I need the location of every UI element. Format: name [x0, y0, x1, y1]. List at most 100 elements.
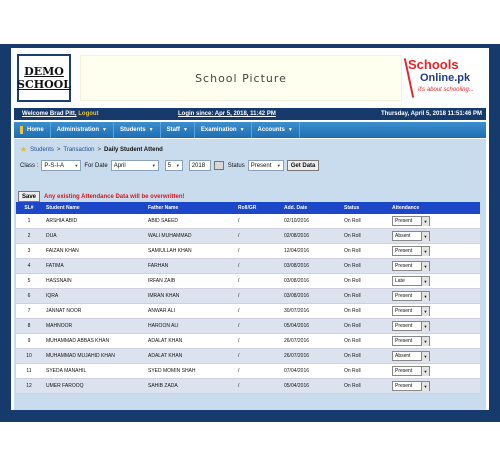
attendance-select-value: Present — [395, 383, 413, 389]
cell-attendance: Present ▼ — [390, 216, 480, 226]
day-select-value: 5 — [167, 162, 172, 169]
month-select[interactable]: April ▼ — [110, 160, 159, 171]
cell-sl: 6 — [27, 293, 31, 299]
cell-attendance: Absent ▼ — [390, 351, 480, 361]
breadcrumb-transaction[interactable]: Transaction — [63, 147, 94, 153]
chevron-down-icon: ▼ — [175, 163, 180, 168]
attendance-select[interactable]: Present ▼ — [392, 381, 430, 391]
attendance-select[interactable]: Late ▼ — [392, 276, 430, 286]
chevron-down-icon: ▼ — [421, 276, 429, 286]
year-input[interactable]: 2018 — [188, 160, 211, 171]
cell-add-date: 07/04/2016 — [284, 368, 310, 374]
table-header: SL# Student Name Father Name Roll/GR Add… — [16, 202, 480, 214]
logout-link[interactable]: Logout — [78, 111, 98, 117]
cell-roll: / — [238, 338, 240, 344]
cell-status: On Roll — [344, 233, 361, 239]
cell-student-name: IQRA — [46, 293, 59, 299]
calendar-icon[interactable] — [213, 161, 224, 170]
table-row: 5 HASSNAIN IRFAN ZAIB / 03/08/2016 On Roll Lat… — [16, 274, 480, 289]
cell-father-name: SAMIULLAH KHAN — [148, 248, 192, 254]
attendance-select[interactable]: Present ▼ — [392, 216, 430, 226]
cell-father-name: SAHIB ZADA — [148, 383, 178, 389]
menu-staff[interactable]: Staff ▼ — [161, 122, 195, 138]
cell-roll: / — [238, 278, 240, 284]
month-select-value: April — [113, 162, 126, 169]
attendance-select-value: Present — [395, 323, 413, 329]
overwrite-warning: Any existing Attendance Data will be ove… — [44, 193, 185, 200]
cell-add-date: 26/07/2016 — [284, 338, 310, 344]
chevron-down-icon: ▼ — [421, 336, 429, 346]
breadcrumb-students[interactable]: Students — [30, 147, 54, 153]
cell-student-name: MUHAMMAD ABBAS KHAN — [46, 338, 110, 344]
attendance-select[interactable]: Present ▼ — [392, 261, 430, 271]
welcome-user: Welcome Brad Pitt, — [22, 111, 77, 117]
logo-line-2: SCHOOL — [17, 78, 71, 91]
filter-bar: Class : P-S-I-A ▼ For Date April ▼ 5 ▼ 2018… — [20, 160, 320, 171]
cell-add-date: 02/08/2016 — [284, 233, 310, 239]
class-select-value: P-S-I-A — [44, 162, 65, 169]
cell-attendance: Present ▼ — [390, 381, 480, 391]
attendance-select[interactable]: Present ▼ — [392, 306, 430, 316]
chevron-down-icon: ▼ — [421, 381, 429, 391]
save-button[interactable]: Save — [18, 191, 41, 202]
cell-sl: 10 — [26, 353, 32, 359]
class-select[interactable]: P-S-I-A ▼ — [41, 160, 82, 171]
cell-father-name: ABID SAEED — [148, 218, 179, 224]
welcome-text: Welcome Brad Pitt, Logout — [22, 111, 99, 117]
cell-add-date: 03/08/2016 — [284, 293, 310, 299]
cell-student-name: JANNAT NOOR — [46, 308, 82, 314]
attendance-select-value: Absent — [395, 353, 411, 359]
cell-father-name: IRFAN ZAIB — [148, 278, 176, 284]
cell-sl: 3 — [27, 248, 31, 254]
year-input-value: 2018 — [191, 162, 206, 169]
chevron-down-icon: ▼ — [421, 321, 429, 331]
menu-accounts-label: Accounts — [257, 127, 285, 133]
chevron-down-icon: ▼ — [421, 351, 429, 361]
cell-sl: 4 — [27, 263, 31, 269]
status-label: Status — [227, 162, 245, 169]
table-row: 10 MUHAMMAD MUJAHID KHAN ADALAT KHAN / 26/07… — [16, 349, 480, 364]
attendance-select[interactable]: Present ▼ — [392, 246, 430, 256]
status-bar: Welcome Brad Pitt, Logout Login since: A… — [14, 108, 486, 120]
cell-roll: / — [238, 323, 240, 329]
attendance-select[interactable]: Present ▼ — [392, 336, 430, 346]
table-row: 8 MAHNOOR HAROON ALI / 05/04/2016 On Roll Pres… — [16, 319, 480, 334]
cell-add-date: 03/08/2016 — [284, 263, 310, 269]
breadcrumb-separator: > — [97, 146, 102, 153]
cell-roll: / — [238, 368, 240, 374]
attendance-table: SL# Student Name Father Name Roll/GR Add… — [16, 202, 480, 394]
header-add-date: Add. Date — [284, 205, 308, 211]
cell-student-name: FAIZAN KHAN — [46, 248, 79, 254]
cell-sl: 1 — [27, 218, 31, 224]
chevron-down-icon: ▼ — [151, 163, 156, 168]
cell-add-date: 02/10/2016 — [284, 218, 310, 224]
cell-roll: / — [238, 308, 240, 314]
banner: DEMO SCHOOL School Picture Schools Onlin… — [14, 51, 486, 105]
cell-student-name: UMER FAROOQ — [46, 383, 84, 389]
star-icon: ★ — [20, 145, 28, 154]
chevron-down-icon: ▼ — [287, 127, 293, 133]
menu-accounts[interactable]: Accounts ▼ — [252, 122, 300, 138]
attendance-select[interactable]: Present ▼ — [392, 321, 430, 331]
attendance-select-value: Absent — [395, 233, 411, 239]
menu-examination[interactable]: Examination ▼ — [195, 122, 252, 138]
menu-administration[interactable]: Administration ▼ — [51, 122, 114, 138]
cell-status: On Roll — [344, 308, 361, 314]
chevron-down-icon: ▼ — [421, 231, 429, 241]
menu-students[interactable]: Students ▼ — [114, 122, 161, 138]
attendance-select[interactable]: Present ▼ — [392, 291, 430, 301]
status-select[interactable]: Present ▼ — [247, 160, 284, 171]
cell-sl: 7 — [27, 308, 31, 314]
day-select[interactable]: 5 ▼ — [164, 160, 183, 171]
attendance-select-value: Present — [395, 293, 413, 299]
attendance-select[interactable]: Absent ▼ — [392, 351, 430, 361]
table-row: 3 FAIZAN KHAN SAMIULLAH KHAN / 12/04/2016 On … — [16, 244, 480, 259]
cell-sl: 8 — [27, 323, 31, 329]
get-data-button[interactable]: Get Data — [286, 160, 320, 171]
attendance-select[interactable]: Absent ▼ — [392, 231, 430, 241]
cell-father-name: ADALAT KHAN — [148, 353, 183, 359]
chevron-down-icon: ▼ — [148, 127, 154, 133]
attendance-select[interactable]: Present ▼ — [392, 366, 430, 376]
header-attendance: Attendance — [392, 205, 420, 211]
menu-home[interactable]: Home — [14, 122, 51, 138]
